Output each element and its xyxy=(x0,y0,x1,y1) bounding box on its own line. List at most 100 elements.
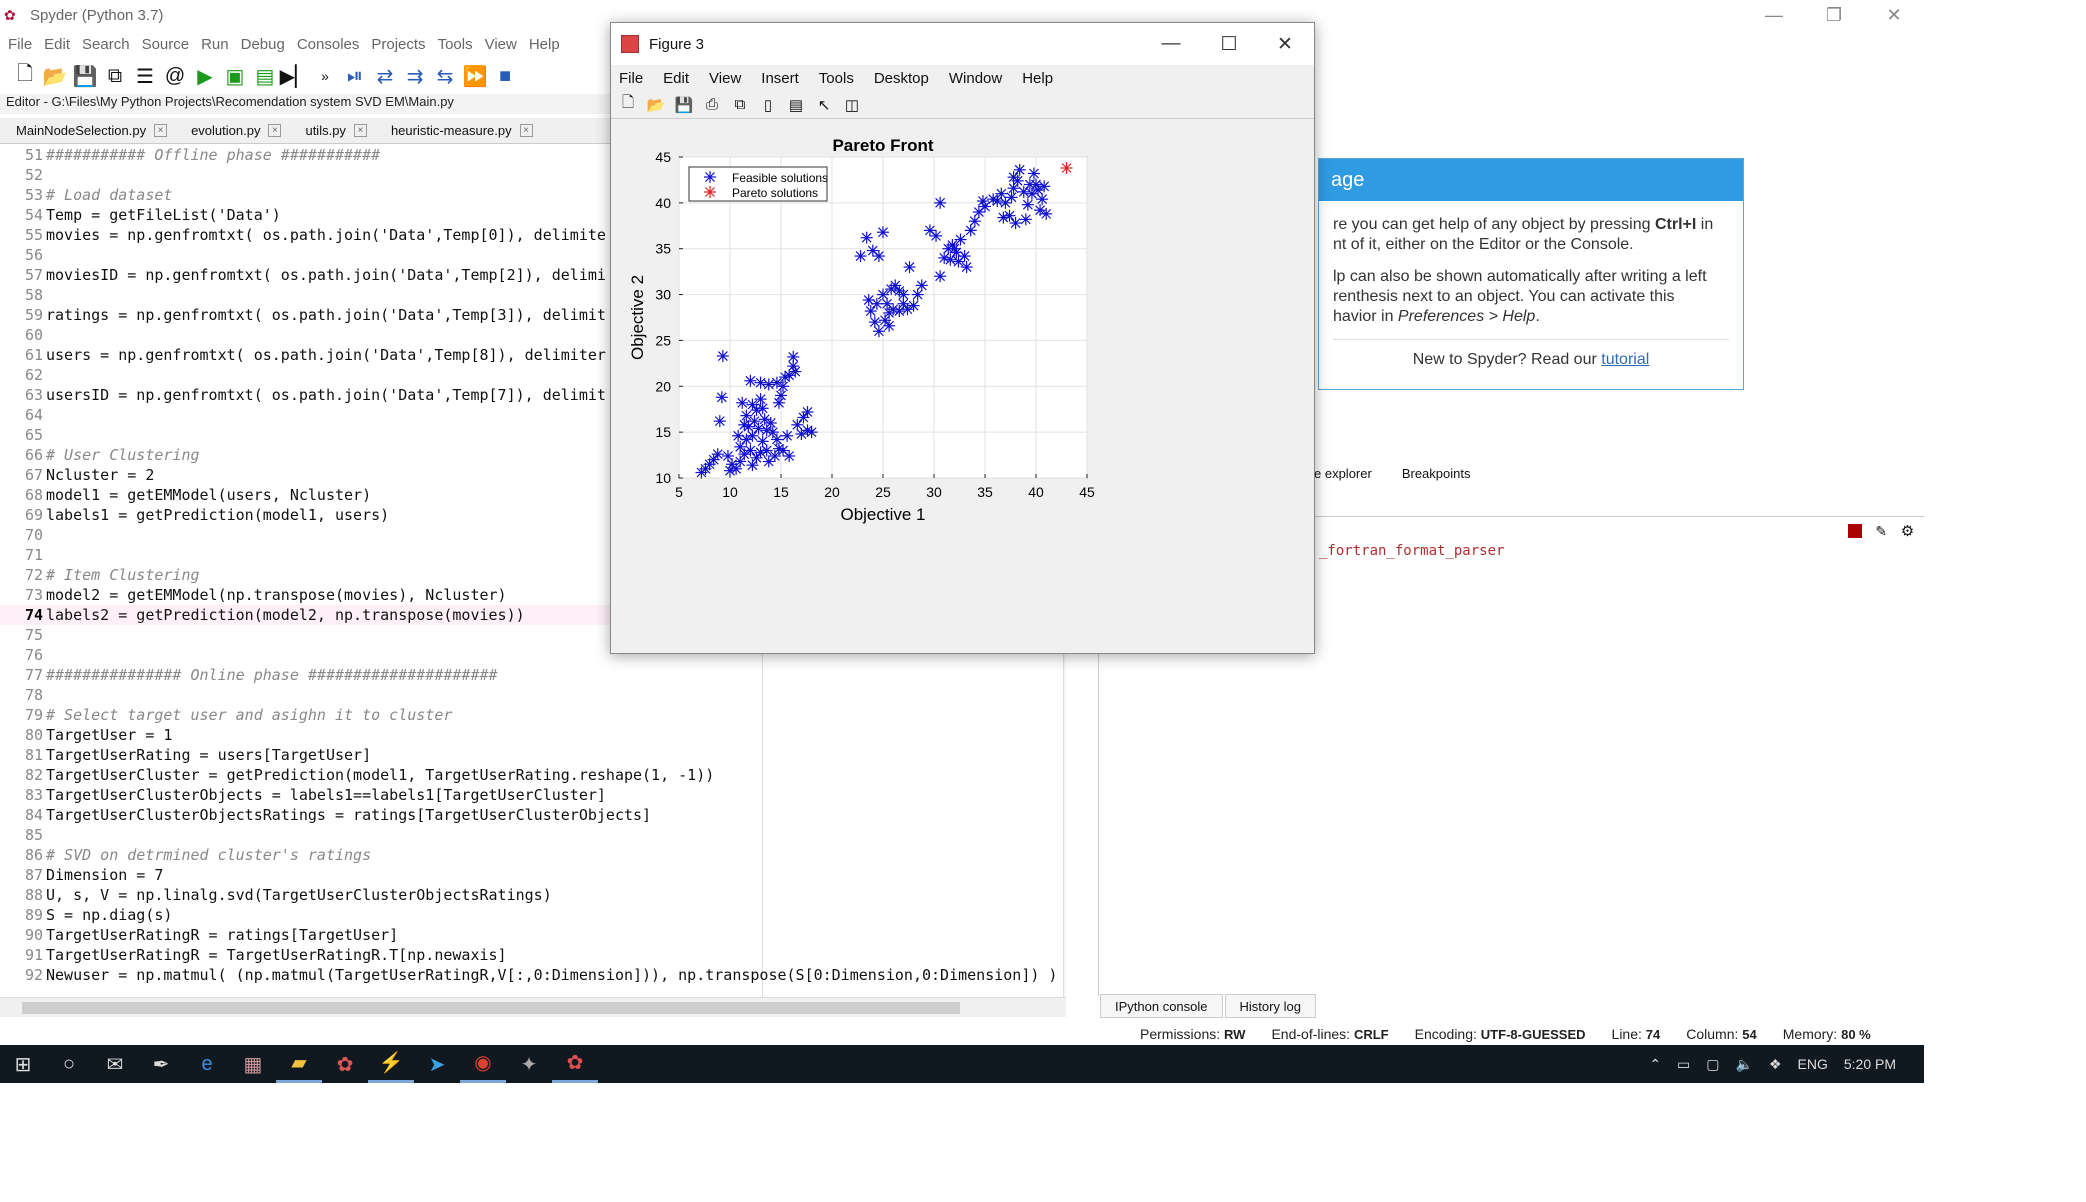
print-icon[interactable]: ⎙ xyxy=(701,94,723,116)
close-tab-icon[interactable]: × xyxy=(519,124,533,137)
spyder-active-taskbar-icon[interactable]: ✿ xyxy=(552,1045,598,1083)
fig-menu-help[interactable]: Help xyxy=(1022,70,1053,87)
menu-file[interactable]: File xyxy=(8,36,32,53)
spyder-app-icon: ✿ xyxy=(4,7,16,23)
tab-variable-explorer[interactable]: e explorer xyxy=(1314,466,1372,488)
figure-close-button[interactable]: ✕ xyxy=(1256,23,1314,65)
menu-edit[interactable]: Edit xyxy=(44,36,70,53)
horizontal-scrollbar[interactable] xyxy=(0,997,1066,1017)
matlab-taskbar-icon[interactable]: ⚡ xyxy=(368,1045,414,1083)
menu-help[interactable]: Help xyxy=(529,36,560,53)
fig-menu-insert[interactable]: Insert xyxy=(761,70,799,87)
help-text: nt of it, either on the Editor or the Co… xyxy=(1333,236,1634,253)
more-icon[interactable]: » xyxy=(312,63,338,89)
restore-button[interactable]: ❐ xyxy=(1804,0,1864,30)
file-explorer-icon[interactable]: ▰ xyxy=(276,1045,322,1083)
figure-maximize-button[interactable]: ☐ xyxy=(1200,23,1258,65)
code-text: # User Clustering xyxy=(46,446,200,464)
clock[interactable]: 5:20 PM xyxy=(1844,1056,1896,1072)
continue-icon[interactable]: ⏩ xyxy=(462,63,488,89)
editor-path: Editor - G:\Files\My Python Projects\Rec… xyxy=(0,94,610,114)
menu-run[interactable]: Run xyxy=(201,36,229,53)
run-cell-icon[interactable]: ▣ xyxy=(222,63,248,89)
run-cell-advance-icon[interactable]: ▤ xyxy=(252,63,278,89)
debug-icon[interactable]: ⏯ xyxy=(342,63,368,89)
volume-icon[interactable]: 🔈 xyxy=(1736,1056,1753,1073)
new-file-icon[interactable]: 🗋 xyxy=(12,63,38,89)
status-value: 80 % xyxy=(1841,1027,1871,1042)
stop-debug-icon[interactable]: ■ xyxy=(492,63,518,89)
windows-start-icon[interactable]: ⊞ xyxy=(0,1045,46,1083)
close-tab-icon[interactable]: × xyxy=(353,124,367,137)
fig-menu-view[interactable]: View xyxy=(709,70,741,87)
spyder-taskbar-icon[interactable]: ✿ xyxy=(322,1045,368,1083)
editor-tab[interactable]: MainNodeSelection.py × xyxy=(6,120,175,142)
eraser-icon[interactable]: ✎ xyxy=(1875,523,1887,540)
close-tab-icon[interactable]: × xyxy=(268,124,282,137)
tab-breakpoints[interactable]: Breakpoints xyxy=(1402,466,1471,488)
open-file-icon[interactable]: 📂 xyxy=(42,63,68,89)
save-icon[interactable]: 💾 xyxy=(72,63,98,89)
dropbox-icon[interactable]: ❖ xyxy=(1769,1056,1782,1073)
legend-icon[interactable]: ▤ xyxy=(785,94,807,116)
gear-icon[interactable]: ⚙ xyxy=(1901,522,1914,540)
photos-icon[interactable]: ▦ xyxy=(230,1045,276,1083)
run-icon[interactable]: ▶ xyxy=(192,63,218,89)
save-figure-icon[interactable]: 💾 xyxy=(673,94,695,116)
step-icon[interactable]: ⇄ xyxy=(372,63,398,89)
menu-source[interactable]: Source xyxy=(142,36,190,53)
tab-ipython-console[interactable]: IPython console xyxy=(1100,994,1223,1018)
edge-browser-icon[interactable]: e xyxy=(184,1045,230,1083)
menu-tools[interactable]: Tools xyxy=(438,36,473,53)
fig-menu-file[interactable]: File xyxy=(619,70,643,87)
open-figure-icon[interactable]: 📂 xyxy=(645,94,667,116)
link-icon[interactable]: ⧉ xyxy=(729,94,751,116)
tab-history-log[interactable]: History log xyxy=(1224,994,1316,1018)
tutorial-link[interactable]: tutorial xyxy=(1601,351,1649,368)
at-icon[interactable]: @ xyxy=(162,63,188,89)
colorbar-icon[interactable]: ▯ xyxy=(757,94,779,116)
status-label: Column: xyxy=(1686,1026,1739,1042)
scrollbar-thumb[interactable] xyxy=(22,1002,960,1014)
list-icon[interactable]: ☰ xyxy=(132,63,158,89)
app-icon[interactable]: ✦ xyxy=(506,1045,552,1083)
editor-tab[interactable]: heuristic-measure.py × xyxy=(381,120,541,142)
step-return-icon[interactable]: ⇆ xyxy=(432,63,458,89)
telegram-icon[interactable]: ➤ xyxy=(414,1045,460,1083)
language-indicator[interactable]: ENG xyxy=(1798,1056,1828,1072)
fig-menu-desktop[interactable]: Desktop xyxy=(874,70,929,87)
close-button[interactable]: ✕ xyxy=(1864,0,1924,30)
help-text: lp can also be shown automatically after… xyxy=(1333,268,1707,285)
pointer-icon[interactable]: ↖ xyxy=(813,94,835,116)
save-all-icon[interactable]: ⧉ xyxy=(102,63,128,89)
menu-view[interactable]: View xyxy=(485,36,517,53)
mail-icon[interactable]: ✉ xyxy=(92,1045,138,1083)
code-text: labels2 = getPrediction(model2, np.trans… xyxy=(46,606,525,624)
stop-icon[interactable] xyxy=(1847,524,1862,538)
cortana-icon[interactable]: ○ xyxy=(46,1045,92,1083)
menu-consoles[interactable]: Consoles xyxy=(297,36,360,53)
menu-search[interactable]: Search xyxy=(82,36,130,53)
x-tick-label: 20 xyxy=(824,484,840,500)
feasible-solution-point xyxy=(781,429,794,442)
network-icon[interactable]: ▢ xyxy=(1706,1056,1719,1073)
step-into-icon[interactable]: ⇉ xyxy=(402,63,428,89)
close-tab-icon[interactable]: × xyxy=(154,124,168,137)
fig-menu-tools[interactable]: Tools xyxy=(819,70,854,87)
run-selection-icon[interactable]: ▶▏ xyxy=(280,63,311,89)
fig-menu-window[interactable]: Window xyxy=(949,70,1002,87)
property-editor-icon[interactable]: ◫ xyxy=(841,94,863,116)
new-figure-icon[interactable]: 🗋 xyxy=(617,94,639,116)
menu-projects[interactable]: Projects xyxy=(371,36,425,53)
line-number: 79 xyxy=(24,706,43,724)
chevron-up-icon[interactable]: ⌃ xyxy=(1649,1056,1661,1073)
editor-tab[interactable]: evolution.py × xyxy=(181,120,289,142)
menu-debug[interactable]: Debug xyxy=(241,36,285,53)
chrome-icon[interactable]: ◉ xyxy=(460,1045,506,1083)
pen-icon[interactable]: ✒ xyxy=(138,1045,184,1083)
minimize-button[interactable]: — xyxy=(1744,0,1804,30)
fig-menu-edit[interactable]: Edit xyxy=(663,70,689,87)
battery-icon[interactable]: ▭ xyxy=(1677,1056,1690,1073)
figure-minimize-button[interactable]: — xyxy=(1142,23,1200,65)
editor-tab[interactable]: utils.py × xyxy=(295,120,374,142)
